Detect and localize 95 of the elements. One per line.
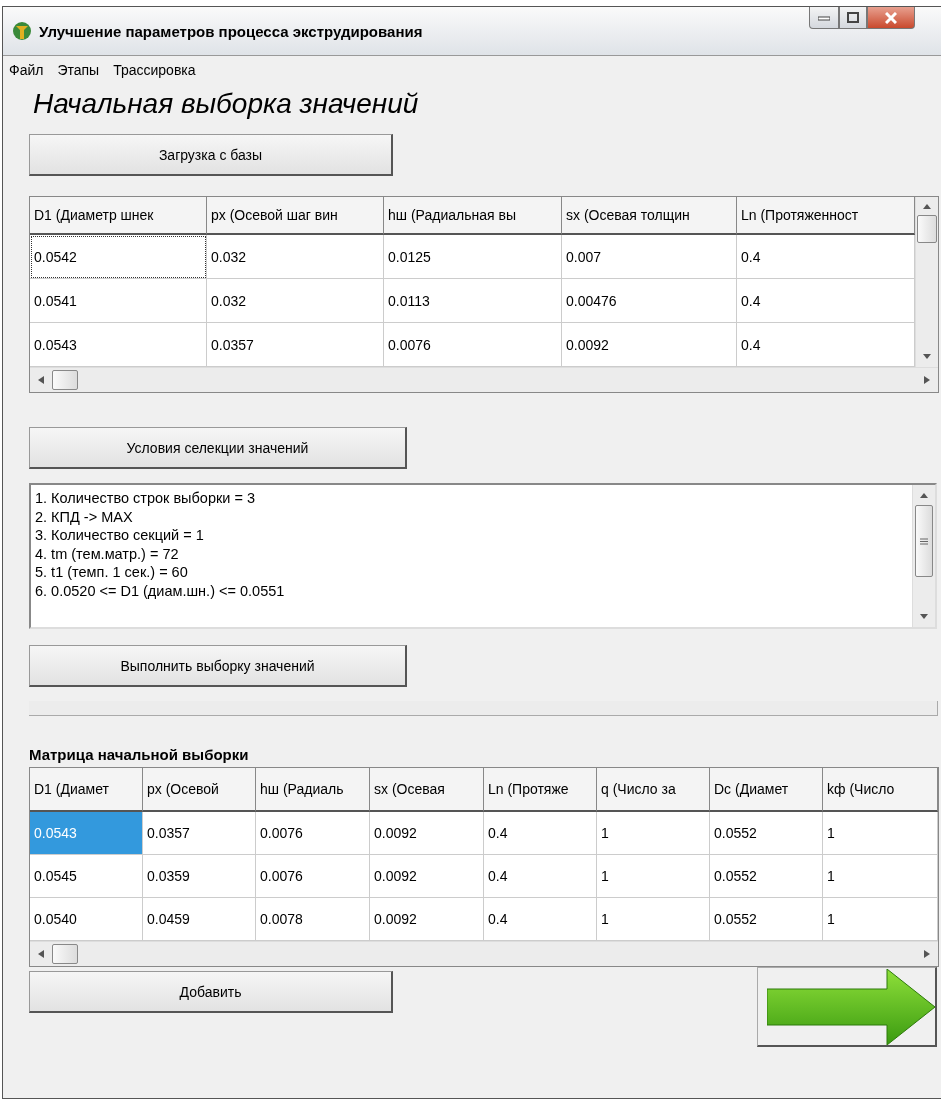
minimize-button[interactable] [809, 7, 839, 29]
menu-item[interactable]: Файл [9, 62, 44, 78]
table-cell: 0.4 [737, 323, 915, 367]
table-cell: 0.0541 [30, 279, 207, 323]
down-arrow-icon[interactable] [919, 613, 929, 621]
scroll-thumb[interactable] [915, 505, 933, 577]
horizontal-scrollbar[interactable] [30, 941, 938, 966]
maximize-button[interactable] [839, 7, 867, 29]
table-cell: 0.0543 [30, 323, 207, 367]
table-cell: 0.00476 [562, 279, 737, 323]
table-cell: 0.0552 [710, 855, 823, 898]
vertical-scrollbar[interactable] [912, 485, 935, 627]
vertical-scrollbar[interactable] [915, 197, 938, 367]
scroll-thumb[interactable] [917, 215, 937, 243]
condition-line: 1. Количество строк выборки = 3 [35, 489, 256, 508]
close-button[interactable] [867, 7, 915, 29]
column-header[interactable]: kф (Число [823, 768, 938, 812]
load-button[interactable]: Загрузка с базы [29, 134, 393, 176]
column-header[interactable]: D1 (Диаметр шнек [30, 197, 207, 235]
run-button[interactable]: Выполнить выборку значений [29, 645, 407, 687]
condition-line: 6. 0.0520 <= D1 (диам.шн.) <= 0.0551 [35, 581, 286, 600]
menu-item[interactable]: Трассировка [113, 62, 196, 78]
left-arrow-icon[interactable] [36, 376, 46, 384]
right-arrow-icon[interactable] [922, 376, 932, 384]
column-header[interactable]: q (Число за [597, 768, 710, 812]
table-cell: 0.0552 [710, 898, 823, 941]
table-cell: 0.0078 [256, 898, 370, 941]
table-cell: 0.0543 [30, 812, 143, 855]
table-cell: 0.0542 [30, 235, 207, 279]
table-cell: 0.0552 [710, 812, 823, 855]
condition-line: 4. tm (тем.матр.) = 72 [35, 544, 180, 563]
condition-line: 5. t1 (темп. 1 сек.) = 60 [35, 563, 189, 582]
table-cell: 0.0125 [384, 235, 562, 279]
table-cell: 0.4 [484, 855, 597, 898]
close-icon [885, 11, 897, 24]
right-arrow-icon[interactable] [922, 950, 932, 958]
table-cell: 0.0540 [30, 898, 143, 941]
table-cell: 0.4 [737, 279, 915, 323]
left-arrow-icon[interactable] [36, 950, 46, 958]
table-cell: 0.0076 [256, 855, 370, 898]
condition-line: 3. Количество секций = 1 [35, 526, 205, 545]
column-header[interactable]: Ln (Протяженност [737, 197, 915, 235]
arrow-icon [767, 968, 935, 1045]
table-cell: 1 [597, 855, 710, 898]
table-cell: 0.4 [484, 812, 597, 855]
table-cell: 0.4 [484, 898, 597, 941]
scroll-thumb[interactable] [52, 944, 78, 964]
maximize-icon [847, 12, 859, 23]
table-cell: 1 [823, 855, 938, 898]
scroll-thumb[interactable] [52, 370, 78, 390]
condition-line: 2. КПД -> MAX [35, 507, 134, 526]
table-cell: 1 [597, 812, 710, 855]
table-cell: 0.0359 [143, 855, 256, 898]
table-cell: 0.0092 [370, 898, 484, 941]
next-button[interactable] [757, 967, 937, 1047]
table-cell: 0.032 [207, 235, 384, 279]
table-cell: 0.0357 [207, 323, 384, 367]
column-header[interactable]: sx (Осевая [370, 768, 484, 812]
table-cell: 1 [823, 898, 938, 941]
minimize-icon [818, 14, 830, 21]
add-button[interactable]: Добавить [29, 971, 393, 1013]
app-icon [11, 20, 33, 42]
column-header[interactable]: D1 (Диамет [30, 768, 143, 812]
table-cell: 0.0076 [384, 323, 562, 367]
section-label: Матрица начальной выборки [29, 746, 250, 763]
table-cell: 0.032 [207, 279, 384, 323]
table-cell: 0.0076 [256, 812, 370, 855]
up-arrow-icon[interactable] [919, 491, 929, 499]
table-cell: 0.0113 [384, 279, 562, 323]
column-header[interactable]: Ln (Протяже [484, 768, 597, 812]
table-cell: 0.4 [737, 235, 915, 279]
table-cell: 0.0092 [562, 323, 737, 367]
menu-item[interactable]: Этапы [57, 62, 100, 78]
grip-icon [920, 537, 928, 545]
table-cell: 0.0459 [143, 898, 256, 941]
table-cell: 0.0092 [370, 855, 484, 898]
column-header[interactable]: hш (Радиальная вы [384, 197, 562, 235]
table-cell: 0.0092 [370, 812, 484, 855]
conditions-button[interactable]: Условия селекции значений [29, 427, 407, 469]
horizontal-scrollbar[interactable] [30, 367, 938, 392]
column-header[interactable]: sx (Осевая толщин [562, 197, 737, 235]
table-cell: 0.007 [562, 235, 737, 279]
table-cell: 1 [597, 898, 710, 941]
column-header[interactable]: px (Осевой [143, 768, 256, 812]
table-cell: 1 [823, 812, 938, 855]
page-heading: Начальная выборка значений [33, 88, 420, 120]
up-arrow-icon[interactable] [922, 202, 932, 210]
table-cell: 0.0357 [143, 812, 256, 855]
column-header[interactable]: px (Осевой шаг вин [207, 197, 384, 235]
down-arrow-icon[interactable] [922, 353, 932, 361]
window-title: Улучшение параметров процесса экструдирования [39, 22, 423, 40]
table-cell: 0.0545 [30, 855, 143, 898]
column-header[interactable]: Dc (Диамет [710, 768, 823, 812]
conditions-text-area[interactable]: 1. Количество строк выборки = 3 2. КПД -> MAX 3. Количество секций = 1 4. tm (тем.матр.) = 72 5. t1 (темп. 1 сек.) = 60 6. 0.0520 <= D1 (диам.шн.) <= 0.0551 [29, 483, 937, 629]
column-header[interactable]: hш (Радиаль [256, 768, 370, 812]
